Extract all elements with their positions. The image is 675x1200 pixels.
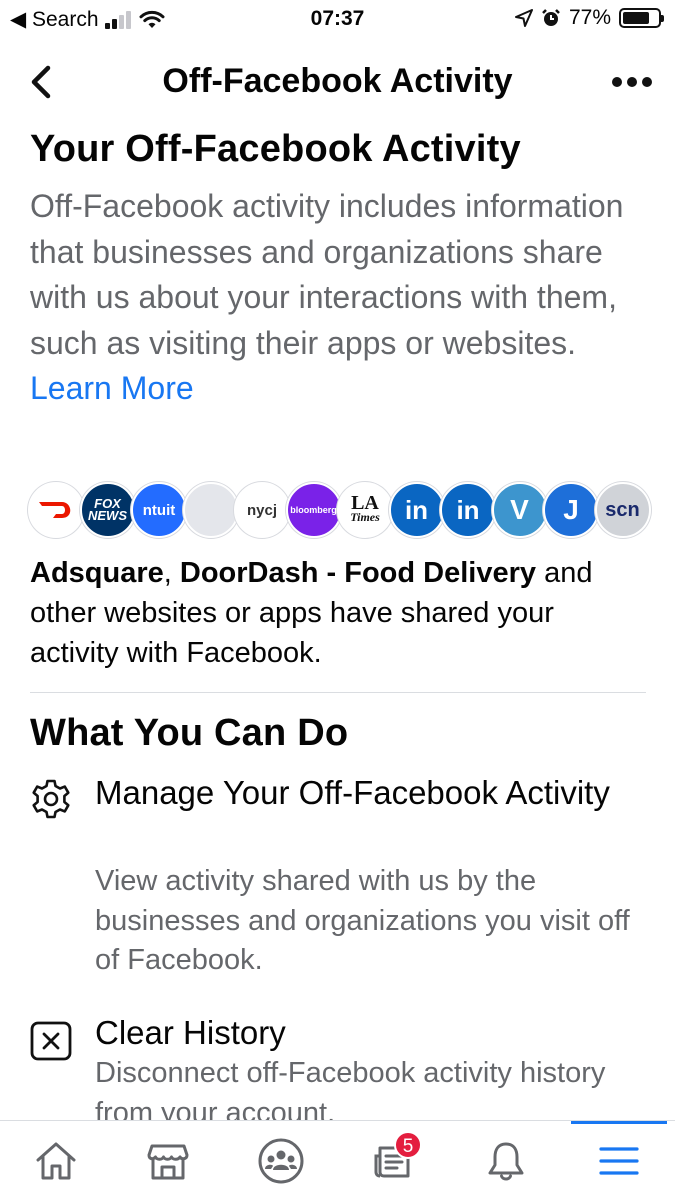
status-right: 77% xyxy=(514,6,664,30)
active-tab-indicator xyxy=(571,1121,667,1124)
intro-text: Off-Facebook activity includes informati… xyxy=(30,184,640,412)
tab-menu[interactable] xyxy=(563,1121,675,1200)
tab-home[interactable] xyxy=(0,1121,112,1200)
manage-activity-item[interactable]: Manage Your Off-Facebook Activity View a… xyxy=(0,770,675,990)
home-icon xyxy=(36,1142,76,1180)
la-times-logo: LA Times xyxy=(337,482,393,538)
location-arrow-icon xyxy=(514,9,533,27)
shared-app-1: Adsquare xyxy=(30,557,164,589)
tab-bar: 5 xyxy=(0,1120,675,1200)
clear-history-title: Clear History xyxy=(95,1014,286,1051)
shared-app-2: DoorDash - Food Delivery xyxy=(179,557,537,589)
blank-logo xyxy=(182,482,239,538)
app-logos-strip[interactable]: FOX NEWS ntuit nycj bloomberg LA Times in in V Jsc… xyxy=(28,482,651,538)
scan-logo: scn xyxy=(594,482,651,538)
page-title: Off-Facebook Activity xyxy=(162,62,513,100)
marketplace-icon xyxy=(147,1144,189,1180)
manage-activity-description: View activity shared with us by the busi… xyxy=(95,865,630,976)
clear-history-item[interactable]: Clear History Disconnect off-Facebook ac… xyxy=(0,1010,675,1120)
learn-more-link[interactable]: Learn More xyxy=(30,370,194,406)
news-badge: 5 xyxy=(394,1131,422,1159)
shared-separator: , xyxy=(163,557,180,589)
back-chevron-icon[interactable] xyxy=(22,62,62,102)
gear-icon xyxy=(32,779,70,819)
summary-title: Your Off-Facebook Activity xyxy=(30,128,521,170)
nav-bar: Off-Facebook Activity xyxy=(0,48,675,116)
battery-fill xyxy=(623,12,650,24)
bloomberg-logo: bloomberg xyxy=(285,482,342,538)
tab-news[interactable]: 5 xyxy=(338,1121,450,1200)
groups-icon xyxy=(258,1138,304,1184)
tab-marketplace[interactable] xyxy=(112,1121,224,1200)
linkedin-logo-1: in xyxy=(388,482,445,538)
more-options-icon[interactable] xyxy=(609,62,655,102)
tab-notifications[interactable] xyxy=(450,1121,562,1200)
actions-title: What You Can Do xyxy=(30,712,349,754)
close-box-icon xyxy=(30,1021,72,1061)
venmo-logo: V xyxy=(491,482,548,538)
battery-percent: 77% xyxy=(568,6,611,29)
manage-activity-title: Manage Your Off-Facebook Activity xyxy=(95,774,610,811)
j-logo: J xyxy=(543,482,599,538)
menu-icon xyxy=(599,1147,639,1175)
doordash-logo xyxy=(28,482,84,538)
tab-groups[interactable] xyxy=(225,1121,337,1200)
clear-history-description: Disconnect off-Facebook activity history… xyxy=(95,1057,606,1120)
fox-news-logo: FOX NEWS xyxy=(79,482,136,538)
intro-body: Off-Facebook activity includes informati… xyxy=(30,188,624,361)
nycj-logo: nycj xyxy=(234,482,290,538)
intuit-logo: ntuit xyxy=(131,482,187,538)
shared-activity-text: Adsquare, DoorDash - Food Delivery and o… xyxy=(30,553,650,673)
bell-icon xyxy=(488,1142,524,1181)
divider xyxy=(30,692,646,693)
status-bar: ◀ Search 07:37 77% xyxy=(0,0,675,40)
linkedin-logo-2: in xyxy=(440,482,496,538)
battery-icon xyxy=(619,8,664,28)
alarm-icon xyxy=(542,9,560,26)
